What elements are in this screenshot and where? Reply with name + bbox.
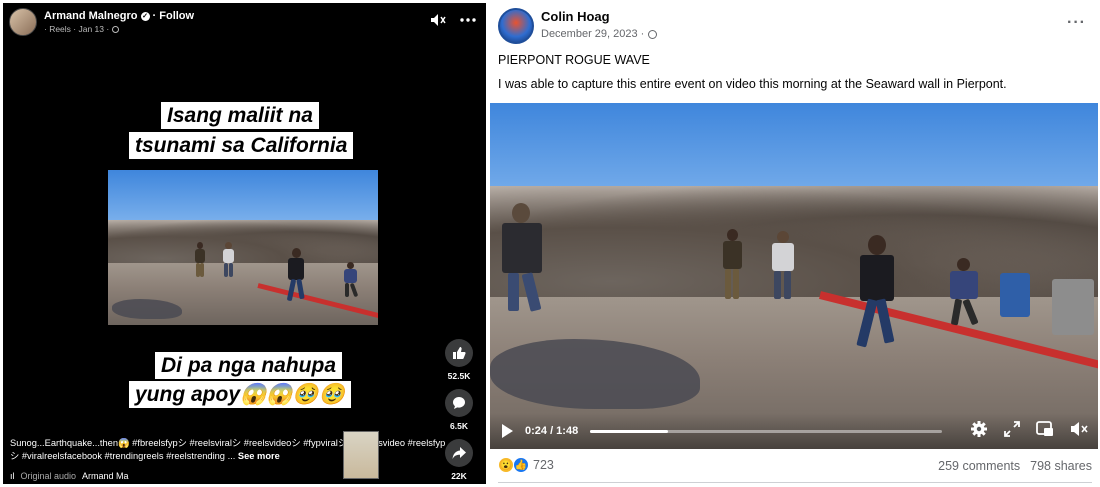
reel-audio-row[interactable]: ıl Original audio Armand Ma (10, 471, 129, 481)
comment-icon[interactable] (445, 389, 473, 417)
more-options-icon[interactable]: ··· (1067, 14, 1086, 32)
settings-icon[interactable] (970, 420, 988, 443)
share-count-link[interactable]: 798 shares (1030, 459, 1092, 473)
comment-count: 6.5K (450, 421, 468, 431)
mute-icon[interactable] (430, 13, 446, 27)
verified-icon: ✓ (140, 11, 150, 21)
video-trash-bin (1052, 279, 1094, 335)
more-options-icon[interactable] (460, 13, 476, 27)
post-video-player[interactable]: 0:24 / 1:48 (490, 103, 1098, 449)
like-count: 52.5K (447, 371, 471, 381)
wow-reaction-icon: 😮 (498, 457, 514, 473)
comment-count-link[interactable]: 259 comments (938, 459, 1020, 473)
fullscreen-icon[interactable] (1004, 420, 1020, 442)
globe-icon (648, 29, 658, 39)
post-body: I was able to capture this entire event … (498, 77, 1007, 91)
post-date: December 29, 2023 · (541, 28, 658, 40)
reel-panel: Armand Malnegro ✓ · Follow · Reels · Jan… (3, 3, 486, 484)
video-trash-bin (1000, 273, 1030, 317)
reel-author-info: Armand Malnegro ✓ · Follow · Reels · Jan… (44, 10, 194, 34)
screenshot-root: Armand Malnegro ✓ · Follow · Reels · Jan… (0, 0, 1100, 487)
picture-in-picture-icon[interactable] (1036, 420, 1054, 442)
follow-link[interactable]: · Follow (153, 10, 195, 22)
post-author-avatar[interactable] (498, 8, 534, 44)
divider (498, 482, 1092, 483)
see-more-link[interactable]: See more (238, 451, 280, 461)
audio-icon: ıl (10, 471, 15, 481)
video-control-icons (970, 420, 1088, 443)
video-time: 0:24 / 1:48 (525, 425, 579, 437)
post-engagement-counts: 259 comments 798 shares (938, 459, 1092, 473)
post-date-text[interactable]: December 29, 2023 · (541, 28, 644, 40)
post-reactions[interactable]: 😮 👍 723 (498, 457, 554, 473)
post-author-name[interactable]: Colin Hoag (541, 9, 610, 24)
follow-label[interactable]: Follow (159, 10, 194, 22)
reel-author-name[interactable]: Armand Malnegro (44, 10, 138, 22)
reel-top-icons (430, 13, 476, 27)
volume-muted-icon[interactable] (1070, 421, 1088, 442)
share-count: 22K (451, 471, 467, 481)
reel-header: Armand Malnegro ✓ · Follow · Reels · Jan… (9, 8, 194, 36)
reel-meta: · Reels · Jan 13 · (44, 24, 194, 34)
reel-caption-line: yung apoy😱😱🥹🥹 (129, 381, 351, 408)
reel-description-text: Sunog...Earthquake...then😱 #fbreelsfypシ … (10, 438, 446, 461)
reel-like-action[interactable]: 52.5K (445, 339, 473, 381)
audio-thumbnail[interactable] (343, 431, 379, 479)
reel-caption-line: Isang maliit na (161, 102, 319, 129)
video-progress-bar[interactable] (590, 429, 943, 433)
reel-caption-line: tsunami sa California (129, 132, 354, 159)
audio-author[interactable]: Armand Ma (82, 471, 129, 481)
reel-comment-action[interactable]: 6.5K (445, 389, 473, 431)
like-icon[interactable] (445, 339, 473, 367)
globe-icon (112, 25, 120, 33)
reel-video-frame[interactable] (108, 170, 378, 325)
reel-author-row: Armand Malnegro ✓ · Follow (44, 10, 194, 22)
like-reaction-icon: 👍 (513, 457, 529, 473)
reaction-count[interactable]: 723 (533, 458, 554, 472)
reel-caption-line: Di pa nga nahupa (155, 352, 343, 379)
reel-description: Sunog...Earthquake...then😱 #fbreelsfypシ … (10, 437, 450, 463)
reel-author-avatar[interactable] (9, 8, 37, 36)
play-icon[interactable] (502, 424, 513, 438)
post-title: PIERPONT ROGUE WAVE (498, 53, 650, 67)
video-progress-fill (590, 429, 669, 433)
reel-meta-text: · Reels · Jan 13 · (44, 24, 110, 34)
video-controls: 0:24 / 1:48 (490, 413, 1098, 449)
audio-label[interactable]: Original audio (21, 471, 77, 481)
